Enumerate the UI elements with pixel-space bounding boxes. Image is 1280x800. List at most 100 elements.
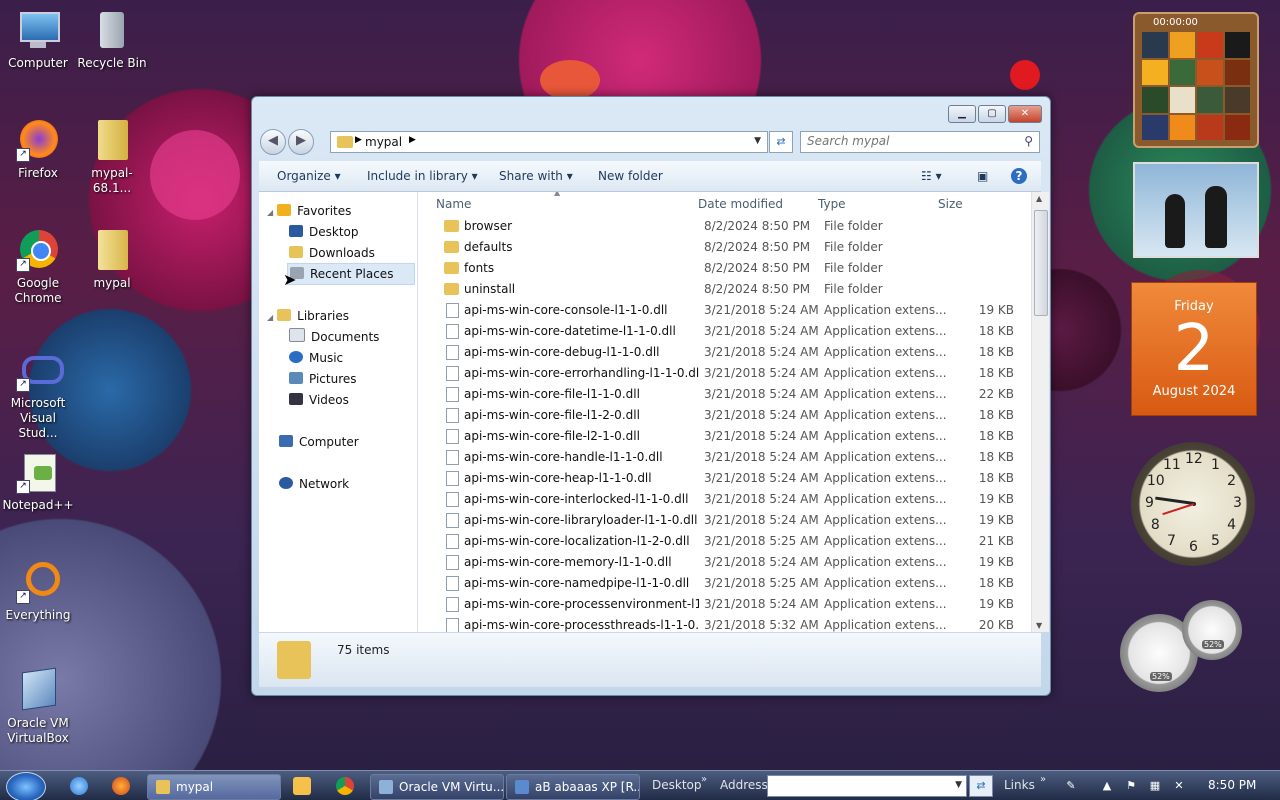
file-row[interactable]: uninstall 8/2/2024 8:50 PM File folder <box>424 279 1024 300</box>
file-row[interactable]: api-ms-win-core-namedpipe-l1-1-0.dll 3/21… <box>424 573 1024 594</box>
close-button[interactable]: ✕ <box>1008 105 1042 123</box>
desktop-icon-notepad-plus-plus[interactable]: ↗ Notepad++ <box>0 450 76 513</box>
desktop-icon-google-chrome[interactable]: ↗ Google Chrome <box>0 228 76 306</box>
media-player-icon[interactable] <box>293 777 311 795</box>
picture-puzzle-gadget[interactable]: 00:00:00 <box>1133 12 1259 148</box>
firefox-icon[interactable] <box>112 777 130 795</box>
file-row[interactable]: api-ms-win-core-memory-l1-1-0.dll 3/21/20… <box>424 552 1024 573</box>
taskbar-button-virtualbox[interactable]: Oracle VM Virtu... <box>370 774 504 800</box>
search-box[interactable]: ⚲ <box>800 131 1040 153</box>
search-icon[interactable]: ⚲ <box>1024 134 1033 148</box>
nav-item-favorites[interactable]: ◢ Favorites <box>267 201 415 221</box>
nav-item-videos[interactable]: Videos <box>289 390 349 410</box>
nav-item-downloads[interactable]: Downloads <box>289 243 375 263</box>
scroll-up-icon[interactable]: ▲ <box>1036 194 1042 203</box>
action-center-icon[interactable]: ✎ <box>1064 779 1078 793</box>
chrome-icon[interactable] <box>336 777 354 795</box>
file-row[interactable]: api-ms-win-core-libraryloader-l1-1-0.dll… <box>424 510 1024 531</box>
calendar-gadget[interactable]: Friday 2 August 2024 <box>1131 282 1257 416</box>
slideshow-gadget[interactable] <box>1133 162 1259 258</box>
nav-item-recent-places[interactable]: Recent Places <box>287 263 415 285</box>
desktop-icon-computer[interactable]: Computer <box>0 8 76 71</box>
nav-item-desktop[interactable]: Desktop <box>289 222 359 242</box>
preview-pane-icon[interactable]: ▣ <box>977 169 988 183</box>
nav-item-network[interactable]: Network <box>279 474 349 494</box>
internet-explorer-icon[interactable] <box>70 777 88 795</box>
share-with-button[interactable]: Share with ▾ <box>499 169 573 183</box>
include-in-library-button[interactable]: Include in library ▾ <box>367 169 478 183</box>
desktop-icon-everything[interactable]: ↗ Everything <box>0 560 76 623</box>
column-header-size[interactable]: Size <box>938 197 963 211</box>
file-row[interactable]: api-ms-win-core-handle-l1-1-0.dll 3/21/20… <box>424 447 1024 468</box>
taskbar-address-input[interactable] <box>768 776 956 794</box>
address-dropdown-icon[interactable]: ▼ <box>955 780 962 790</box>
file-size: 18 KB <box>978 576 1014 590</box>
desktop-icon-virtualbox[interactable]: Oracle VM VirtualBox <box>0 667 76 746</box>
volume-muted-icon[interactable]: ✕ <box>1172 779 1186 793</box>
taskbar-clock[interactable]: 8:50 PM <box>1208 778 1256 792</box>
desktop-icon-label: Google Chrome <box>14 276 62 305</box>
start-button[interactable] <box>6 772 46 800</box>
file-row[interactable]: api-ms-win-core-file-l1-1-0.dll 3/21/2018… <box>424 384 1024 405</box>
cpu-meter-gadget[interactable]: 52% 52% <box>1120 600 1250 692</box>
nav-item-libraries[interactable]: ◢ Libraries <box>267 306 349 326</box>
breadcrumb-chevron-icon[interactable]: ▶ <box>409 135 416 145</box>
nav-item-documents[interactable]: Documents <box>289 327 379 347</box>
address-go-button[interactable]: ⇄ <box>969 775 993 797</box>
refresh-button[interactable]: ⇄ <box>769 131 793 153</box>
file-row[interactable]: api-ms-win-core-heap-l1-1-0.dll 3/21/2018… <box>424 468 1024 489</box>
scrollbar-thumb[interactable] <box>1034 210 1048 316</box>
file-row[interactable]: fonts 8/2/2024 8:50 PM File folder <box>424 258 1024 279</box>
file-row[interactable]: api-ms-win-core-errorhandling-l1-1-0.dll… <box>424 363 1024 384</box>
file-row[interactable]: api-ms-win-core-processthreads-l1-1-0.dl… <box>424 615 1024 632</box>
desktop-icon-visual-studio[interactable]: ↗ Microsoft Visual Stud... <box>0 348 76 441</box>
network-tray-icon[interactable]: ▦ <box>1148 779 1162 793</box>
change-view-icon[interactable]: ☷ ▾ <box>921 169 942 183</box>
file-row[interactable]: api-ms-win-core-localization-l1-2-0.dll 3… <box>424 531 1024 552</box>
flag-icon[interactable]: ⚑ <box>1124 779 1138 793</box>
back-button[interactable]: ◀ <box>260 129 286 155</box>
search-input[interactable] <box>801 132 1013 150</box>
show-hidden-icons[interactable]: ▲ <box>1100 779 1114 793</box>
column-header-name[interactable]: Name <box>436 197 471 211</box>
links-toolbar-label[interactable]: Links <box>1004 778 1035 792</box>
desktop-icon-firefox[interactable]: ↗ Firefox <box>0 118 76 181</box>
toolbar-chevron-icon[interactable]: » <box>1040 774 1046 785</box>
clock-gadget[interactable]: 12 1 2 3 4 5 6 7 8 9 10 11 <box>1131 442 1255 566</box>
taskbar-button-xp-vm[interactable]: aB abaaas XP [R... <box>506 774 640 800</box>
puzzle-grid[interactable] <box>1142 32 1250 140</box>
file-row[interactable]: api-ms-win-core-debug-l1-1-0.dll 3/21/201… <box>424 342 1024 363</box>
desktop-icon-recycle-bin[interactable]: Recycle Bin <box>74 8 150 71</box>
taskbar-button-mypal[interactable]: mypal <box>147 774 281 800</box>
file-row[interactable]: api-ms-win-core-datetime-l1-1-0.dll 3/21/… <box>424 321 1024 342</box>
file-row[interactable]: api-ms-win-core-file-l2-1-0.dll 3/21/2018… <box>424 426 1024 447</box>
new-folder-button[interactable]: New folder <box>598 169 663 183</box>
vertical-scrollbar[interactable]: ▲ ▼ <box>1031 192 1049 632</box>
file-row[interactable]: defaults 8/2/2024 8:50 PM File folder <box>424 237 1024 258</box>
desktop-toolbar-label[interactable]: Desktop <box>652 778 702 792</box>
desktop-icon-mypal-folder[interactable]: mypal <box>74 228 150 291</box>
organize-button[interactable]: Organize ▾ <box>277 169 341 183</box>
explorer-window[interactable]: ▁ ▢ ✕ ◀ ▶ ▶ mypal ▶ ▼ ⇄ ⚲ Organize ▾ Inc… <box>251 96 1051 696</box>
breadcrumb-current[interactable]: mypal <box>365 135 402 149</box>
file-row[interactable]: browser 8/2/2024 8:50 PM File folder <box>424 216 1024 237</box>
nav-item-computer[interactable]: Computer <box>279 432 359 452</box>
desktop-icon-mypal-zip[interactable]: mypal-68.1... <box>74 118 150 196</box>
file-row[interactable]: api-ms-win-core-file-l1-2-0.dll 3/21/2018… <box>424 405 1024 426</box>
file-row[interactable]: api-ms-win-core-processenvironment-l1...… <box>424 594 1024 615</box>
nav-item-music[interactable]: Music <box>289 348 343 368</box>
column-header-type[interactable]: Type <box>818 197 846 211</box>
scroll-down-icon[interactable]: ▼ <box>1036 621 1042 630</box>
address-dropdown-icon[interactable]: ▼ <box>754 136 761 146</box>
toolbar-chevron-icon[interactable]: » <box>701 774 707 785</box>
minimize-button[interactable]: ▁ <box>948 105 976 123</box>
nav-item-pictures[interactable]: Pictures <box>289 369 357 389</box>
help-icon[interactable]: ? <box>1011 168 1027 184</box>
file-row[interactable]: api-ms-win-core-interlocked-l1-1-0.dll 3/… <box>424 489 1024 510</box>
address-bar[interactable]: ▶ mypal ▶ ▼ <box>330 131 768 153</box>
maximize-button[interactable]: ▢ <box>978 105 1006 123</box>
file-row[interactable]: api-ms-win-core-console-l1-1-0.dll 3/21/2… <box>424 300 1024 321</box>
taskbar-address-box[interactable]: ▼ <box>767 775 967 797</box>
column-header-date[interactable]: Date modified <box>698 197 783 211</box>
forward-button[interactable]: ▶ <box>288 129 314 155</box>
